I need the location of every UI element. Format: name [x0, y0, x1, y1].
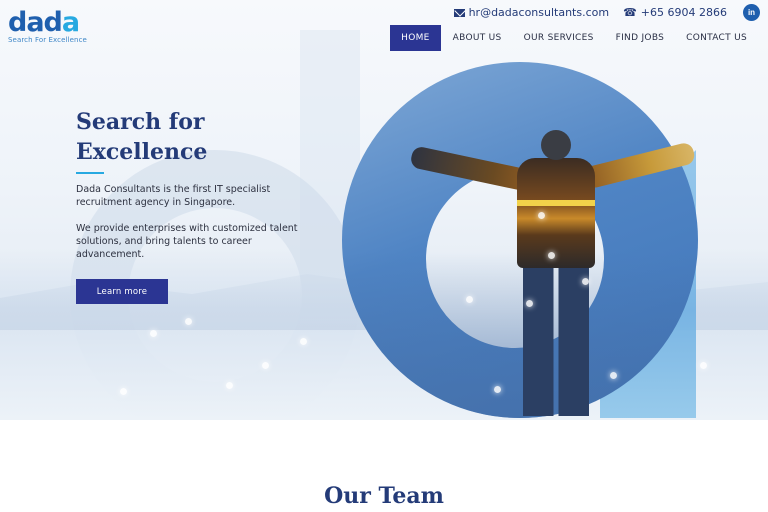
logo-tagline: Search For Excellence [8, 36, 87, 44]
snowflake [120, 388, 127, 395]
snowflake [466, 296, 473, 303]
snowflake [300, 338, 307, 345]
title-underline [76, 172, 104, 174]
snowflake [226, 382, 233, 389]
hero-paragraph-intro: Dada Consultants is the first IT special… [76, 184, 271, 208]
snowflake [526, 300, 533, 307]
phone-icon: ☎ [623, 6, 637, 19]
hero-title: Search for Excellence [76, 109, 208, 165]
section-title-our-team: Our Team [324, 483, 444, 509]
snowflake [185, 318, 192, 325]
main-nav: HOME ABOUT US OUR SERVICES FIND JOBS CON… [390, 25, 758, 51]
learn-more-button[interactable]: Learn more [76, 279, 168, 304]
phone-link[interactable]: ☎ +65 6904 2866 [623, 6, 727, 19]
snowflake [610, 372, 617, 379]
snowflake [150, 330, 157, 337]
mail-icon [453, 8, 465, 17]
email-text: hr@dadaconsultants.com [468, 6, 610, 19]
snowflake [494, 386, 501, 393]
linkedin-icon[interactable]: in [743, 4, 760, 21]
nav-about-us[interactable]: ABOUT US [442, 25, 513, 51]
email-link[interactable]: hr@dadaconsultants.com [453, 6, 610, 19]
snowflake [582, 278, 589, 285]
hero-paragraph-services: We provide enterprises with customized t… [76, 223, 298, 260]
contact-bar: hr@dadaconsultants.com ☎ +65 6904 2866 i… [453, 4, 760, 21]
nav-contact-us[interactable]: CONTACT US [675, 25, 758, 51]
snowflake [262, 362, 269, 369]
snowflake [538, 212, 545, 219]
snowflake [700, 362, 707, 369]
nav-find-jobs[interactable]: FIND JOBS [605, 25, 676, 51]
hero-banner [0, 0, 768, 420]
snowflake [548, 252, 555, 259]
nav-our-services[interactable]: OUR SERVICES [513, 25, 605, 51]
phone-text: +65 6904 2866 [640, 6, 727, 19]
site-logo[interactable]: dada Search For Excellence [8, 7, 87, 44]
nav-home[interactable]: HOME [390, 25, 441, 51]
hero-person-image [395, 128, 705, 418]
logo-wordmark: dada [8, 7, 80, 38]
